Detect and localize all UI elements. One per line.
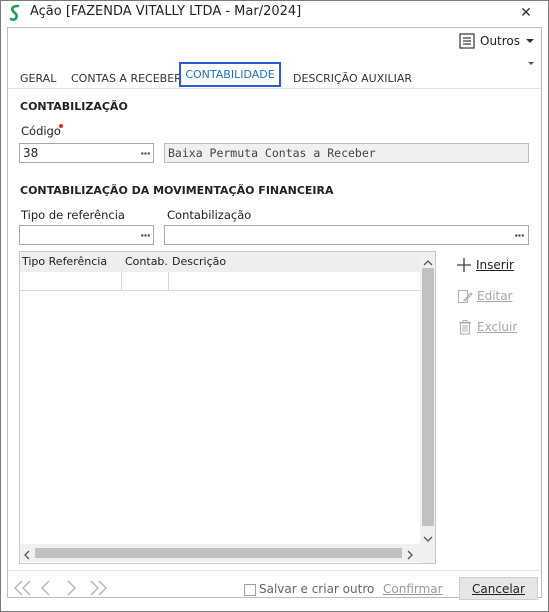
required-indicator bbox=[59, 124, 63, 128]
tab-contabilidade[interactable]: CONTABILIDADE bbox=[179, 62, 281, 87]
plus-icon bbox=[457, 258, 471, 272]
grid-vertical-scroll-thumb[interactable] bbox=[422, 268, 434, 526]
tipo-referencia-lookup-button[interactable]: ··· bbox=[137, 227, 153, 243]
close-icon: ✕ bbox=[520, 5, 532, 21]
tab-contas-a-receber[interactable]: CONTAS A RECEBER bbox=[71, 68, 182, 88]
cancelar-label: Cancelar bbox=[472, 581, 525, 596]
previous-record-icon[interactable] bbox=[39, 579, 53, 600]
grid-horizontal-scroll-thumb[interactable] bbox=[35, 548, 402, 558]
app-logo-icon bbox=[8, 4, 22, 22]
scroll-left-icon[interactable] bbox=[23, 549, 31, 563]
editar-label: Editar bbox=[477, 289, 513, 303]
cancelar-button[interactable]: Cancelar bbox=[459, 577, 538, 600]
scroll-down-icon[interactable] bbox=[423, 532, 433, 546]
scroll-up-icon[interactable] bbox=[423, 256, 433, 270]
outros-menu-button[interactable]: Outros bbox=[459, 32, 535, 50]
codigo-lookup-button[interactable]: ··· bbox=[137, 145, 153, 161]
grid-cell-divider bbox=[168, 272, 169, 290]
edit-icon bbox=[457, 289, 473, 304]
codigo-field[interactable]: 38 bbox=[19, 143, 154, 163]
referencias-grid[interactable] bbox=[19, 251, 436, 564]
contabilizacao-label: Contabilização bbox=[167, 208, 252, 222]
chevron-down-icon bbox=[526, 39, 535, 43]
first-record-icon[interactable] bbox=[13, 579, 33, 600]
ellipsis-icon: ··· bbox=[140, 228, 151, 242]
list-icon bbox=[459, 33, 475, 49]
tab-descricao-auxiliar[interactable]: DESCRIÇÃO AUXILIAR bbox=[293, 68, 412, 88]
excluir-label: Excluir bbox=[477, 320, 518, 334]
inserir-button[interactable]: Inserir bbox=[456, 257, 514, 273]
ellipsis-icon: ··· bbox=[140, 146, 151, 160]
grid-column-descricao[interactable]: Descrição bbox=[172, 255, 226, 268]
grid-cell-divider bbox=[121, 272, 122, 290]
tab-divider bbox=[8, 88, 541, 89]
grid-column-tipo-referencia[interactable]: Tipo Referência bbox=[22, 255, 107, 268]
tab-geral[interactable]: GERAL bbox=[20, 68, 56, 88]
ellipsis-icon: ··· bbox=[514, 228, 525, 242]
section-title-contabilizacao: CONTABILIZAÇÃO bbox=[20, 100, 128, 113]
trash-icon bbox=[459, 320, 471, 335]
contabilizacao-field[interactable] bbox=[164, 225, 529, 245]
chevron-down-small-icon[interactable] bbox=[526, 58, 536, 68]
codigo-description-field: Baixa Permuta Contas a Receber bbox=[164, 143, 529, 163]
salvar-criar-outro-checkbox[interactable] bbox=[244, 584, 256, 596]
confirmar-label: Confirmar bbox=[383, 582, 443, 596]
footer-divider bbox=[8, 570, 541, 571]
codigo-value: 38 bbox=[23, 146, 39, 160]
tipo-referencia-label: Tipo de referência bbox=[21, 208, 125, 222]
section-title-movimentacao: CONTABILIZAÇÃO DA MOVIMENTAÇÃO FINANCEIR… bbox=[20, 184, 334, 197]
next-record-icon[interactable] bbox=[64, 579, 78, 600]
confirmar-button[interactable]: Confirmar bbox=[383, 582, 443, 596]
salvar-criar-outro-label[interactable]: Salvar e criar outro bbox=[259, 582, 374, 596]
editar-button[interactable]: Editar bbox=[457, 288, 513, 304]
scroll-right-icon[interactable] bbox=[406, 549, 414, 563]
outros-label: Outros bbox=[480, 34, 521, 48]
grid-row-divider bbox=[20, 290, 420, 291]
grid-column-contab[interactable]: Contab. bbox=[125, 255, 168, 268]
last-record-icon[interactable] bbox=[88, 579, 108, 600]
codigo-label: Código bbox=[21, 124, 61, 138]
codigo-description-value: Baixa Permuta Contas a Receber bbox=[168, 146, 376, 160]
close-button[interactable]: ✕ bbox=[504, 1, 548, 25]
contabilizacao-lookup-button[interactable]: ··· bbox=[511, 227, 527, 243]
excluir-button[interactable]: Excluir bbox=[457, 319, 517, 335]
inserir-label: Inserir bbox=[476, 258, 514, 272]
window-title: Ação [FAZENDA VITALLY LTDA - Mar/2024] bbox=[30, 4, 302, 19]
tipo-referencia-field[interactable] bbox=[19, 225, 154, 245]
